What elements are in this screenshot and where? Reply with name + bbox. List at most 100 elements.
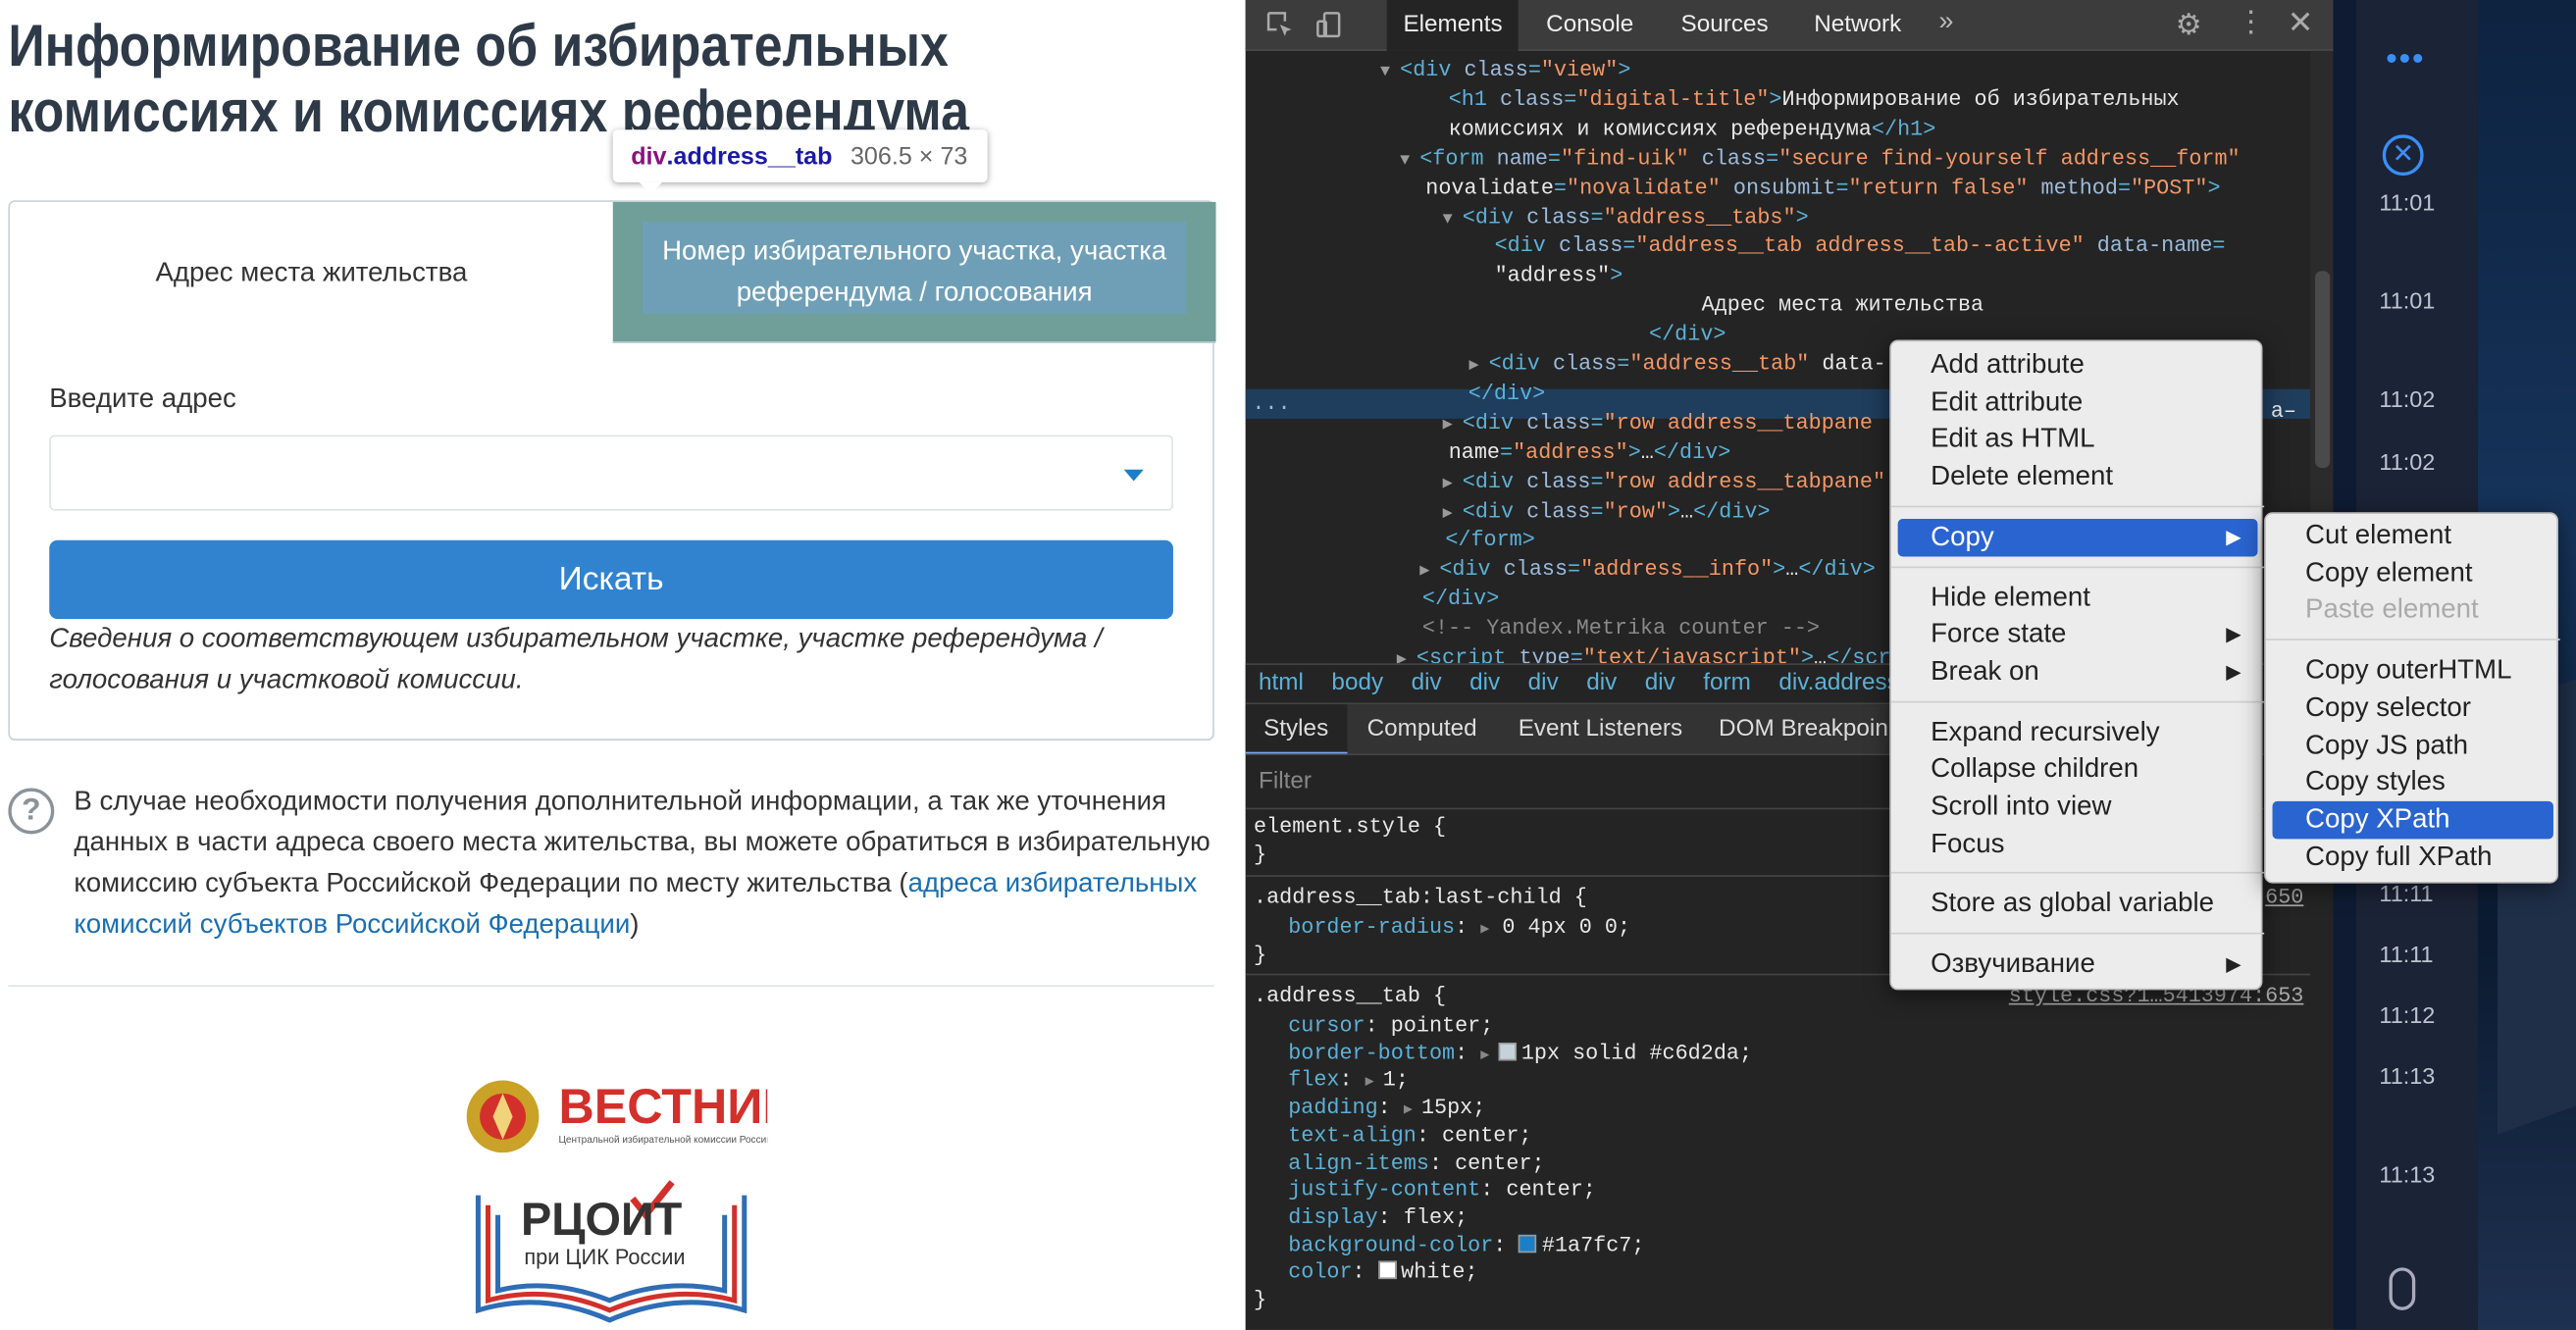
subtab-dom-breakpoints[interactable]: DOM Breakpoin <box>1701 704 1907 753</box>
more-tabs-icon[interactable]: » <box>1939 8 1954 37</box>
kebab-menu-icon[interactable]: ⋮ <box>2237 5 2266 39</box>
menu-item-delete-element[interactable]: Delete element <box>1898 458 2258 496</box>
style-property[interactable]: cursor: pointer; <box>1288 1011 1493 1039</box>
menu-item-store-as-global-variable[interactable]: Store as global variable <box>1898 886 2258 924</box>
vestnik-logo[interactable]: ВЕСТНИК Центральной избирательной комисс… <box>463 1070 767 1162</box>
breadcrumb-item[interactable]: div.address <box>1778 665 1898 701</box>
dom-node-line[interactable]: ▼ <form name="find-uik" class="secure fi… <box>1400 144 2241 177</box>
submenu-item-copy-selector[interactable]: Copy selector <box>2273 690 2553 728</box>
subtab-event-listeners[interactable]: Event Listeners <box>1500 704 1700 753</box>
address-input[interactable] <box>49 435 1173 511</box>
subtab-styles[interactable]: Styles <box>1245 704 1347 754</box>
submenu-item-cut-element[interactable]: Cut element <box>2273 517 2553 555</box>
submenu-item-copy-styles[interactable]: Copy styles <box>2273 764 2553 802</box>
dom-node-line[interactable]: </form> <box>1419 526 1534 554</box>
dom-node-line[interactable]: <!-- Yandex.Metrika counter --> <box>1397 614 1820 642</box>
dom-node-line[interactable]: <h1 class="digital-title">Информирование… <box>1423 85 2180 114</box>
style-property[interactable]: color: white; <box>1288 1258 1477 1286</box>
menu-item-edit-as-html[interactable]: Edit as HTML <box>1898 421 2258 459</box>
breadcrumb-item[interactable]: body <box>1331 665 1383 701</box>
dom-node-line[interactable]: name="address">…</div> <box>1423 437 1731 466</box>
rtsoit-logo[interactable]: РЦОИТ при ЦИК России <box>468 1179 755 1330</box>
dom-node-line[interactable]: ▶ <script type="text/javascript">…</scr <box>1397 643 1891 663</box>
dom-node-line[interactable]: ▶ <div class="row address__tabpane" <box>1443 467 1885 499</box>
submenu-item-item-label: Paste element <box>2305 594 2479 625</box>
tab-address[interactable]: Адрес места жительства <box>10 202 613 343</box>
dom-node-line[interactable]: ▼ <div class="view"> <box>1380 56 1630 88</box>
rule-close: } <box>1254 1287 1267 1312</box>
breadcrumb-item[interactable]: div <box>1586 665 1617 701</box>
dom-node-line[interactable]: </div> <box>1623 321 1726 349</box>
dom-node-line[interactable]: ▼ <div class="address__tabs"> <box>1443 203 1809 235</box>
message-time: 11:13 <box>2379 1160 2436 1188</box>
more-icon[interactable]: ••• <box>2386 41 2425 79</box>
style-property[interactable]: align-items: center; <box>1288 1149 1544 1176</box>
style-property[interactable]: background-color: #1a7fc7; <box>1288 1231 1644 1258</box>
selected-node-ellipsis[interactable]: ... <box>1252 389 1290 418</box>
menu-item-break-on[interactable]: Break on ▶ <box>1898 653 2258 691</box>
inspect-icon[interactable] <box>1265 10 1295 39</box>
microphone-icon[interactable] <box>2389 1267 2416 1310</box>
menu-item-hide-element[interactable]: Hide element <box>1898 579 2258 617</box>
close-icon[interactable]: ✕ <box>2288 5 2314 43</box>
menu-item-озвучивание[interactable]: Озвучивание ▶ <box>1898 946 2258 984</box>
breadcrumb-item[interactable]: div <box>1412 665 1442 701</box>
menu-item-expand-recursively[interactable]: Expand recursively <box>1898 714 2258 752</box>
color-swatch-icon[interactable] <box>1519 1234 1537 1253</box>
menu-item-collapse-children[interactable]: Collapse children <box>1898 751 2258 790</box>
menu-item-scroll-into-view[interactable]: Scroll into view <box>1898 789 2258 827</box>
style-property-value: white; <box>1401 1259 1478 1285</box>
submenu-item-copy-element[interactable]: Copy element <box>2273 554 2553 592</box>
submenu-item-copy-full-xpath[interactable]: Copy full XPath <box>2273 839 2553 877</box>
dom-node-line[interactable]: комиссиях и комиссиях референдума</h1> <box>1423 115 1936 143</box>
tab-station-number[interactable]: Номер избирательного участка, участка ре… <box>612 201 1216 343</box>
breadcrumb-item[interactable]: div <box>1645 665 1675 701</box>
breadcrumb-item[interactable]: html <box>1259 665 1304 701</box>
chevron-down-icon[interactable] <box>1123 469 1144 482</box>
submenu-item-copy-js-path[interactable]: Copy JS path <box>2273 727 2553 765</box>
expand-triangle-icon[interactable]: ▶ <box>1365 1074 1383 1091</box>
dom-node-line[interactable]: ▶ <div class="address__info">…</div> <box>1419 555 1876 588</box>
submenu-item-item-label: Copy JS path <box>2305 730 2468 760</box>
dom-node-line[interactable]: </div> <box>1443 380 1545 408</box>
menu-item-add-attribute[interactable]: Add attribute <box>1898 346 2258 384</box>
dom-node-line[interactable]: novalidate="novalidate" onsubmit="return… <box>1400 174 2220 202</box>
submenu-item-copy-xpath[interactable]: Copy XPath <box>2272 800 2553 840</box>
expand-triangle-icon[interactable]: ▶ <box>1404 1101 1421 1118</box>
expand-triangle-icon[interactable]: ▶ <box>1480 1047 1498 1063</box>
dom-node-line[interactable]: Адрес места жительства <box>1676 291 1984 320</box>
rule1-source-link[interactable]: 650 <box>2265 884 2303 911</box>
breadcrumb-item[interactable]: div <box>1469 665 1500 701</box>
dom-node-line[interactable]: ▶ <div class="row address__tabpane <box>1443 408 1873 440</box>
style-property[interactable]: text-align: center; <box>1288 1121 1531 1149</box>
menu-item-copy[interactable]: Copy ▶ <box>1897 518 2258 557</box>
style-property[interactable]: justify-content: center; <box>1288 1176 1596 1203</box>
color-swatch-icon[interactable] <box>1498 1042 1517 1060</box>
gear-icon[interactable]: ⚙ <box>2176 8 2202 42</box>
tab-network[interactable]: Network <box>1797 0 1918 51</box>
style-property[interactable]: display: flex; <box>1288 1203 1468 1231</box>
tab-elements[interactable]: Elements <box>1386 0 1520 51</box>
dom-node-line[interactable]: <div class="address__tab address__tab--a… <box>1468 232 2226 261</box>
message-time: 11:12 <box>2379 1001 2436 1028</box>
dom-node-line[interactable]: "address"> <box>1468 262 1623 290</box>
breadcrumb-item[interactable]: div <box>1528 665 1559 701</box>
device-toolbar-icon[interactable] <box>1314 10 1344 39</box>
tab-console[interactable]: Console <box>1529 0 1650 51</box>
search-button[interactable]: Искать <box>49 539 1173 620</box>
rule1-property[interactable]: border-radius: ▶ 0 4px 0 0; <box>1288 913 1630 945</box>
subtab-computed[interactable]: Computed <box>1349 704 1495 753</box>
dom-node-line[interactable]: ▶ <div class="address__tab" data- <box>1468 350 1885 383</box>
breadcrumb-item[interactable]: form <box>1703 665 1751 701</box>
dom-scrollbar-thumb[interactable] <box>2315 271 2331 469</box>
dom-node-line[interactable]: </div> <box>1397 585 1499 613</box>
dom-node-line[interactable]: ▶ <div class="row">…</div> <box>1443 496 1771 529</box>
close-circle-icon[interactable]: ✕ <box>2382 134 2424 177</box>
devtools-tabbar: Elements Console Sources Network » ⚙ ⋮ ✕ <box>1245 0 2334 51</box>
menu-item-focus[interactable]: Focus <box>1898 825 2258 863</box>
menu-item-edit-attribute[interactable]: Edit attribute <box>1898 384 2258 422</box>
color-swatch-icon[interactable] <box>1377 1261 1397 1280</box>
tab-sources[interactable]: Sources <box>1665 0 1785 51</box>
menu-item-force-state[interactable]: Force state ▶ <box>1898 616 2258 654</box>
submenu-item-copy-outerhtml[interactable]: Copy outerHTML <box>2273 652 2553 691</box>
